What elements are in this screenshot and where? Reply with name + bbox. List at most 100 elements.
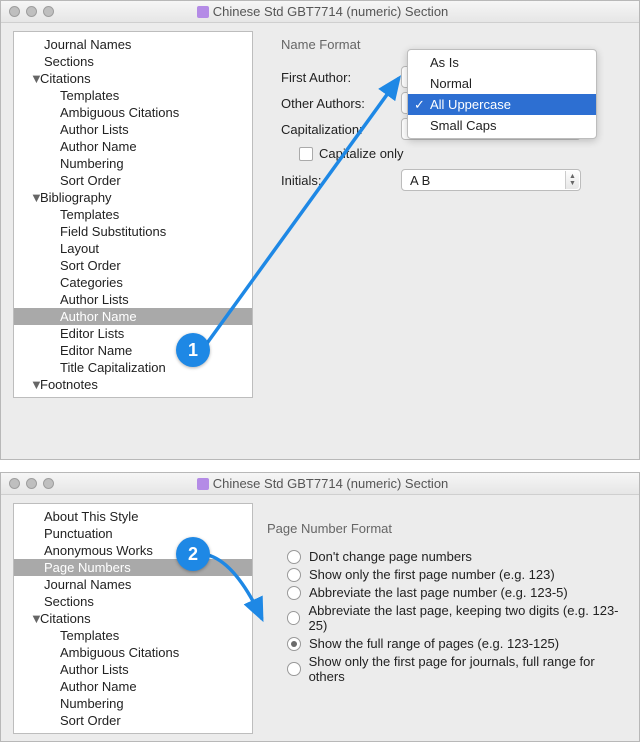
sidebar-item-ambiguous-citations[interactable]: Ambiguous Citations	[14, 104, 252, 121]
minimize-icon[interactable]	[26, 478, 37, 489]
radio-icon[interactable]	[287, 611, 300, 625]
sidebar-item-label: Citations	[40, 611, 91, 626]
radio-label: Show the full range of pages (e.g. 123-1…	[309, 636, 559, 651]
sidebar-item-label: Page Numbers	[44, 560, 131, 575]
sidebar-item-punctuation[interactable]: Punctuation	[14, 525, 252, 542]
sidebar-item-label: Title Capitalization	[60, 360, 166, 375]
sidebar-item-sections[interactable]: Sections	[14, 53, 252, 70]
sidebar-tree[interactable]: About This StylePunctuationAnonymous Wor…	[13, 503, 253, 734]
sidebar-item-templates[interactable]: Templates	[14, 87, 252, 104]
window-title: Chinese Std GBT7714 (numeric) Section	[54, 476, 591, 491]
radio-option[interactable]: Abbreviate the last page, keeping two di…	[287, 603, 623, 633]
radio-icon[interactable]	[287, 637, 301, 651]
minimize-icon[interactable]	[26, 6, 37, 17]
sidebar-item-sort-order[interactable]: Sort Order	[14, 712, 252, 729]
sidebar-item-author-name[interactable]: Author Name	[14, 308, 252, 325]
radio-label: Don't change page numbers	[309, 549, 472, 564]
titlebar[interactable]: Chinese Std GBT7714 (numeric) Section	[1, 473, 639, 495]
sidebar-item-label: Templates	[60, 207, 119, 222]
sidebar-item-author-name[interactable]: Author Name	[14, 138, 252, 155]
sidebar-item-about-this-style[interactable]: About This Style	[14, 508, 252, 525]
radio-option[interactable]: Don't change page numbers	[287, 549, 623, 564]
sidebar-item-label: Layout	[60, 241, 99, 256]
sidebar-item-bibliography[interactable]: ▼Bibliography	[14, 189, 252, 206]
menu-item-small-caps[interactable]: Small Caps	[408, 115, 596, 136]
close-icon[interactable]	[9, 478, 20, 489]
sidebar-item-editor-name[interactable]: Editor Name	[14, 342, 252, 359]
sidebar-item-author-lists[interactable]: Author Lists	[14, 121, 252, 138]
window-name-format: Chinese Std GBT7714 (numeric) Section Jo…	[0, 0, 640, 460]
radio-icon[interactable]	[287, 568, 301, 582]
sidebar-item-label: Editor Name	[60, 343, 132, 358]
radio-option[interactable]: Show the full range of pages (e.g. 123-1…	[287, 636, 623, 651]
sidebar-item-label: Citations	[40, 71, 91, 86]
sidebar-item-sections[interactable]: Sections	[14, 593, 252, 610]
sidebar-item-ambiguous-citations[interactable]: Ambiguous Citations	[14, 644, 252, 661]
sidebar-item-label: Ambiguous Citations	[60, 105, 179, 120]
sidebar-item-title-capitalization[interactable]: Title Capitalization	[14, 359, 252, 376]
sidebar-item-journal-names[interactable]: Journal Names	[14, 36, 252, 53]
initials-combo[interactable]: A B ▲▼	[401, 169, 581, 191]
sidebar-item-numbering[interactable]: Numbering	[14, 155, 252, 172]
sidebar-item-label: Editor Lists	[60, 326, 124, 341]
radio-label: Show only the first page number (e.g. 12…	[309, 567, 555, 582]
capitalization-menu[interactable]: As IsNormal✓All UppercaseSmall Caps	[407, 49, 597, 139]
sidebar-item-categories[interactable]: Categories	[14, 274, 252, 291]
sidebar-item-templates[interactable]: Templates	[14, 627, 252, 644]
sidebar-item-layout[interactable]: Layout	[14, 240, 252, 257]
traffic-lights[interactable]	[9, 478, 54, 489]
sidebar-item-label: Sort Order	[60, 713, 121, 728]
zoom-icon[interactable]	[43, 478, 54, 489]
titlebar[interactable]: Chinese Std GBT7714 (numeric) Section	[1, 1, 639, 23]
sidebar-item-page-numbers[interactable]: Page Numbers	[14, 559, 252, 576]
sidebar-item-editor-lists[interactable]: Editor Lists	[14, 325, 252, 342]
sidebar-item-label: Author Lists	[60, 122, 129, 137]
sidebar-item-label: Sections	[44, 54, 94, 69]
step-badge-2: 2	[176, 537, 210, 571]
sidebar-item-footnotes[interactable]: ▼Footnotes	[14, 376, 252, 393]
sidebar-item-field-substitutions[interactable]: Field Substitutions	[14, 223, 252, 240]
chevron-down-icon: ▼	[30, 71, 40, 86]
chevron-down-icon: ▼	[30, 611, 40, 626]
radio-label: Show only the first page for journals, f…	[309, 654, 623, 684]
document-icon	[197, 6, 209, 18]
sidebar-item-label: Sort Order	[60, 258, 121, 273]
radio-option[interactable]: Abbreviate the last page number (e.g. 12…	[287, 585, 623, 600]
sidebar-item-citations[interactable]: ▼Citations	[14, 610, 252, 627]
close-icon[interactable]	[9, 6, 20, 17]
capitalize-only-checkbox[interactable]	[299, 147, 313, 161]
step-badge-1: 1	[176, 333, 210, 367]
sidebar-item-label: Sections	[44, 594, 94, 609]
sidebar-item-anonymous-works[interactable]: Anonymous Works	[14, 542, 252, 559]
sidebar-item-sort-order[interactable]: Sort Order	[14, 172, 252, 189]
sidebar-tree[interactable]: Journal NamesSections▼CitationsTemplates…	[13, 31, 253, 398]
sidebar-item-sort-order[interactable]: Sort Order	[14, 257, 252, 274]
name-format-pane: Name Format First Author: Smith Jane ▲▼ …	[259, 23, 639, 406]
traffic-lights[interactable]	[9, 6, 54, 17]
sidebar-item-templates[interactable]: Templates	[14, 206, 252, 223]
sidebar-item-journal-names[interactable]: Journal Names	[14, 576, 252, 593]
sidebar-item-label: Numbering	[60, 696, 124, 711]
initials-label: Initials:	[281, 173, 401, 188]
radio-option[interactable]: Show only the first page for journals, f…	[287, 654, 623, 684]
sidebar-item-label: Anonymous Works	[44, 543, 153, 558]
sidebar-item-label: Journal Names	[44, 37, 131, 52]
radio-icon[interactable]	[287, 550, 301, 564]
menu-item-all-uppercase[interactable]: ✓All Uppercase	[408, 94, 596, 115]
window-title: Chinese Std GBT7714 (numeric) Section	[54, 4, 591, 19]
sidebar-item-author-lists[interactable]: Author Lists	[14, 291, 252, 308]
radio-option[interactable]: Show only the first page number (e.g. 12…	[287, 567, 623, 582]
sidebar-item-label: Journal Names	[44, 577, 131, 592]
sidebar-item-author-lists[interactable]: Author Lists	[14, 661, 252, 678]
menu-item-normal[interactable]: Normal	[408, 73, 596, 94]
sidebar-item-label: Author Name	[60, 139, 137, 154]
radio-icon[interactable]	[287, 586, 301, 600]
other-authors-label: Other Authors:	[281, 96, 401, 111]
radio-icon[interactable]	[287, 662, 301, 676]
sidebar-item-author-name[interactable]: Author Name	[14, 678, 252, 695]
sidebar-item-label: Footnotes	[40, 377, 98, 392]
zoom-icon[interactable]	[43, 6, 54, 17]
sidebar-item-citations[interactable]: ▼Citations	[14, 70, 252, 87]
menu-item-as-is[interactable]: As Is	[408, 52, 596, 73]
sidebar-item-numbering[interactable]: Numbering	[14, 695, 252, 712]
